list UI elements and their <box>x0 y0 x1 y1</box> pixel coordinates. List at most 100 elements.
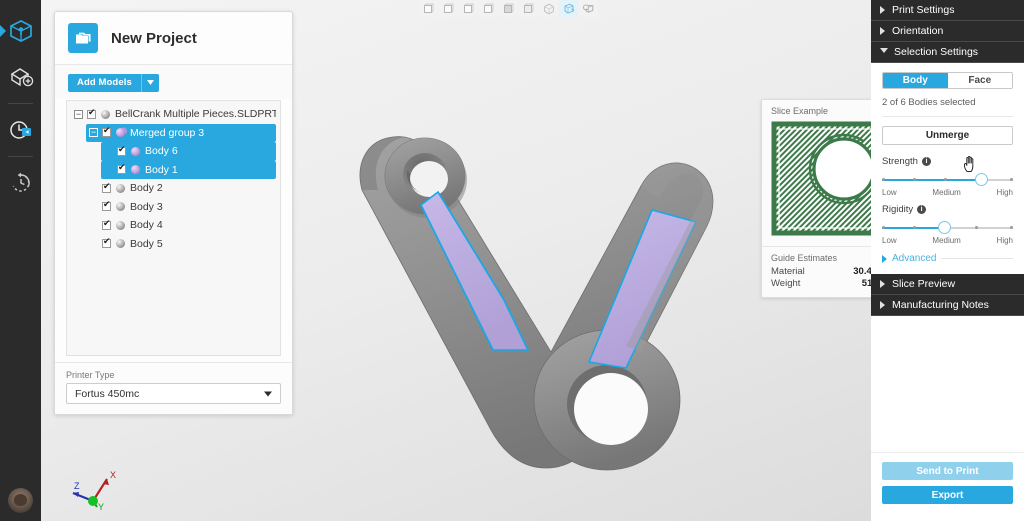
view-back-icon[interactable] <box>439 0 458 17</box>
estimate-row-weight: Weight 519 g <box>771 278 871 290</box>
accordion-print-settings[interactable]: Print Settings <box>871 0 1024 21</box>
tree-row[interactable]: Body 4 <box>86 216 276 235</box>
slice-preview-image <box>770 120 871 237</box>
view-isometric-icon[interactable] <box>539 0 558 17</box>
body-icon <box>116 220 125 230</box>
strength-slider-group: Strength i Low Medium High <box>882 156 1013 197</box>
weight-value: 519 g <box>861 278 871 289</box>
tree-row[interactable]: − BellCrank Multiple Pieces.SLDPRT <box>71 105 276 124</box>
rigidity-tick-0 <box>882 226 885 229</box>
info-icon-2[interactable]: i <box>917 205 927 214</box>
view-right-icon[interactable] <box>479 0 498 17</box>
rigidity-label-row: Rigidity i <box>882 204 1013 215</box>
body-icon <box>116 128 125 138</box>
view-left-icon[interactable] <box>459 0 478 17</box>
view-front-icon[interactable] <box>419 0 438 17</box>
export-button[interactable]: Export <box>882 486 1013 504</box>
model-view-icon[interactable] <box>0 8 41 54</box>
tree-checkbox[interactable] <box>102 126 111 138</box>
view-top-icon[interactable] <box>499 0 518 17</box>
chevron-right-icon-4 <box>880 280 885 288</box>
rigidity-scale-medium: Medium <box>932 236 961 245</box>
rigidity-scale: Low Medium High <box>882 236 1013 245</box>
toggle-face[interactable]: Face <box>947 73 1012 88</box>
printer-type-value: Fortus 450mc <box>75 387 140 400</box>
rigidity-scale-low: Low <box>882 236 897 245</box>
view-bottom-icon[interactable] <box>519 0 538 17</box>
rigidity-tick-1 <box>913 226 916 229</box>
tree-row[interactable]: Body 3 <box>86 198 276 217</box>
rigidity-slider[interactable] <box>882 220 1013 237</box>
rigidity-tick-4 <box>1010 226 1013 229</box>
tree-row[interactable]: Body 6 <box>101 142 276 161</box>
rigidity-handle[interactable] <box>937 221 951 234</box>
add-model-icon[interactable] <box>0 54 41 100</box>
dropdown-caret-icon[interactable] <box>140 73 159 92</box>
print-time-icon[interactable] <box>0 107 41 153</box>
tree-row-label: Merged group 3 <box>130 126 205 139</box>
accordion-print-settings-label: Print Settings <box>892 4 955 16</box>
tree-row[interactable]: Body 2 <box>86 179 276 198</box>
accordion-orientation[interactable]: Orientation <box>871 21 1024 42</box>
tree-expander-icon[interactable]: − <box>89 128 98 138</box>
selection-settings-body: Body Face 2 of 6 Bodies selected Unmerge… <box>871 63 1024 264</box>
material-value: 30.4 in³ <box>853 266 871 277</box>
tree-checkbox[interactable] <box>117 145 126 156</box>
axis-gizmo[interactable]: X Z Y <box>61 465 121 513</box>
selection-mode-toggle[interactable]: Body Face <box>882 72 1013 89</box>
strength-handle[interactable] <box>974 173 988 186</box>
tree-row[interactable]: − Merged group 3 <box>86 123 276 142</box>
toggle-body[interactable]: Body <box>883 73 948 88</box>
accordion-manufacturing-notes[interactable]: Manufacturing Notes <box>871 295 1024 316</box>
accordion-orientation-label: Orientation <box>892 25 944 37</box>
tree-checkbox[interactable] <box>102 237 111 249</box>
tree-row-label: Body 6 <box>145 145 178 158</box>
strength-label: Strength <box>882 156 918 167</box>
tree-row-label: Body 3 <box>130 200 163 213</box>
right-settings-panel: Print Settings Orientation Selection Set… <box>871 0 1024 521</box>
add-models-button[interactable]: Add Models <box>68 73 159 92</box>
estimate-row-material: Material 30.4 in³ <box>771 266 871 278</box>
tree-row[interactable]: Body 1 <box>101 160 276 179</box>
tree-row[interactable]: Body 5 <box>86 235 276 254</box>
chevron-right-icon <box>880 6 885 14</box>
model-tree[interactable]: − BellCrank Multiple Pieces.SLDPRT − Merged… <box>66 100 281 356</box>
project-toolbar: Add Models <box>55 64 292 99</box>
strength-tick-4 <box>1010 178 1013 181</box>
chevron-right-icon-3 <box>882 254 887 263</box>
strength-slider[interactable] <box>882 172 1013 189</box>
printer-type-label: Printer Type <box>66 370 115 380</box>
slice-example-card: Slice Example Guide Estimates Material 3… <box>761 99 871 298</box>
tree-checkbox[interactable] <box>102 200 111 212</box>
accordion-selection-settings[interactable]: Selection Settings <box>871 42 1024 63</box>
chevron-down-icon-2 <box>880 47 888 57</box>
printer-type-select[interactable]: Fortus 450mc <box>66 383 281 404</box>
body-icon <box>116 239 125 249</box>
history-icon[interactable] <box>0 160 41 206</box>
left-toolbar <box>0 0 41 521</box>
strength-tick-1 <box>913 178 916 181</box>
view-fit-icon[interactable] <box>559 0 578 17</box>
strength-tick-0 <box>882 178 885 181</box>
chevron-right-icon-2 <box>880 27 885 35</box>
accordion-selection-settings-label: Selection Settings <box>894 46 979 58</box>
body-icon <box>131 146 140 156</box>
tree-checkbox[interactable] <box>87 108 96 119</box>
rigidity-tick-3 <box>975 226 978 229</box>
advanced-toggle[interactable]: Advanced <box>882 253 1013 264</box>
strength-tick-2 <box>944 178 947 181</box>
tree-checkbox[interactable] <box>102 182 111 193</box>
axis-label-y: Y <box>98 502 104 512</box>
unmerge-button[interactable]: Unmerge <box>882 126 1013 145</box>
tree-checkbox[interactable] <box>117 163 126 175</box>
send-to-print-button[interactable]: Send to Print <box>882 462 1013 480</box>
tree-checkbox[interactable] <box>102 219 111 230</box>
view-perspective-icon[interactable] <box>579 0 598 17</box>
selection-count-text: 2 of 6 Bodies selected <box>882 97 1013 117</box>
accordion-slice-preview[interactable]: Slice Preview <box>871 274 1024 295</box>
avatar[interactable] <box>8 488 33 513</box>
body-icon <box>116 183 125 193</box>
info-icon[interactable]: i <box>921 157 931 166</box>
tree-expander-icon[interactable]: − <box>74 109 83 119</box>
body-icon <box>131 165 140 175</box>
